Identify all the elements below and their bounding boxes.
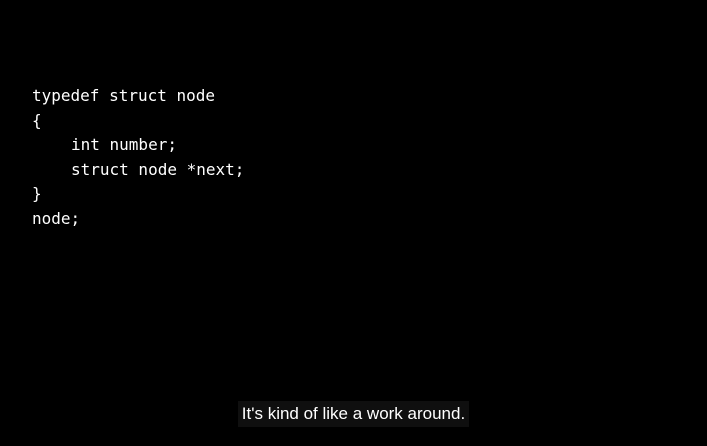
code-block: typedef struct node { int number; struct… xyxy=(32,84,244,231)
caption-bar: It's kind of like a work around. xyxy=(0,401,707,427)
code-line-int-number: int number; xyxy=(71,135,177,154)
code-line-node: node; xyxy=(32,208,81,228)
video-frame: typedef struct node { int number; struct… xyxy=(0,0,707,446)
subtitle-caption: It's kind of like a work around. xyxy=(237,401,470,427)
code-line-open-brace: { xyxy=(32,110,42,130)
code-line-struct-next: struct node *next; xyxy=(71,159,245,179)
code-line-typedef: typedef struct node xyxy=(32,86,216,105)
code-line-close-brace: } xyxy=(32,184,42,203)
